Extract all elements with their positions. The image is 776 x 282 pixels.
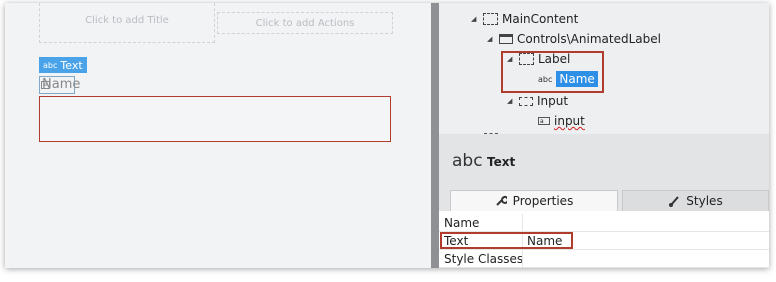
tab-styles[interactable]: Styles (622, 190, 769, 211)
property-row-style-classes[interactable]: Style Classes (439, 250, 769, 268)
input-widget-highlight[interactable] (39, 96, 391, 142)
title-placeholder[interactable]: Click to add Title (39, 3, 215, 43)
property-highlight-box (440, 232, 573, 249)
properties-grid: Name Text Name Style Classes (439, 211, 769, 268)
tab-properties[interactable]: Properties (450, 190, 618, 211)
container-icon (519, 96, 533, 106)
design-canvas[interactable]: Click to add Title Click to add Actions … (5, 3, 431, 268)
collapse-arrow-icon[interactable]: ◢ (487, 35, 495, 43)
title-placeholder-text: Click to add Title (85, 15, 169, 26)
tree-item-input[interactable]: a input (538, 112, 585, 130)
property-key: Name (444, 216, 480, 230)
property-key: Style Classes (444, 252, 524, 266)
small-input-icon: a (41, 81, 50, 89)
brush-icon (669, 196, 680, 207)
tree-item-label: input (554, 114, 585, 128)
input-icon: a (538, 117, 550, 125)
tree-item-label: MainContent (502, 12, 579, 26)
property-row-name[interactable]: Name (439, 214, 769, 232)
tree-item-animatedlabel[interactable]: ◢ Controls\AnimatedLabel (487, 30, 661, 48)
tree-item-label: Controls\AnimatedLabel (517, 32, 661, 46)
selected-widget-chip[interactable]: abc Text (39, 57, 87, 73)
wrench-icon (495, 195, 507, 206)
properties-title: Text (487, 155, 516, 169)
collapse-arrow-icon[interactable]: ◢ (471, 15, 479, 23)
canvas-scrollbar[interactable] (431, 3, 439, 268)
tree-highlight-box (501, 51, 604, 93)
container-icon (483, 13, 498, 25)
tree-item-maincontent[interactable]: ◢ MainContent (471, 10, 578, 28)
column-separator (522, 250, 523, 268)
abc-icon: abc (43, 60, 58, 70)
tab-label: Properties (512, 194, 574, 208)
tab-label: Styles (686, 194, 723, 208)
widget-tree: ◢ MainContent ◢ Controls\AnimatedLabel ◢… (439, 3, 769, 134)
properties-tabs: Properties Styles (439, 186, 769, 211)
widget-icon (499, 34, 513, 44)
actions-placeholder-text: Click to add Actions (255, 17, 355, 29)
name-label-widget[interactable]: a Name (39, 76, 80, 94)
chip-label: Text (60, 58, 83, 72)
actions-placeholder[interactable]: Click to add Actions (217, 12, 393, 34)
ide-window: Click to add Title Click to add Actions … (5, 3, 769, 268)
collapse-arrow-icon[interactable]: ◢ (507, 97, 515, 105)
tree-item-input-container[interactable]: ◢ Input (507, 92, 568, 110)
abc-icon: abc (452, 151, 483, 171)
properties-header: abc Text (439, 134, 769, 186)
tree-item-label: Input (537, 94, 569, 108)
column-separator (522, 214, 523, 232)
